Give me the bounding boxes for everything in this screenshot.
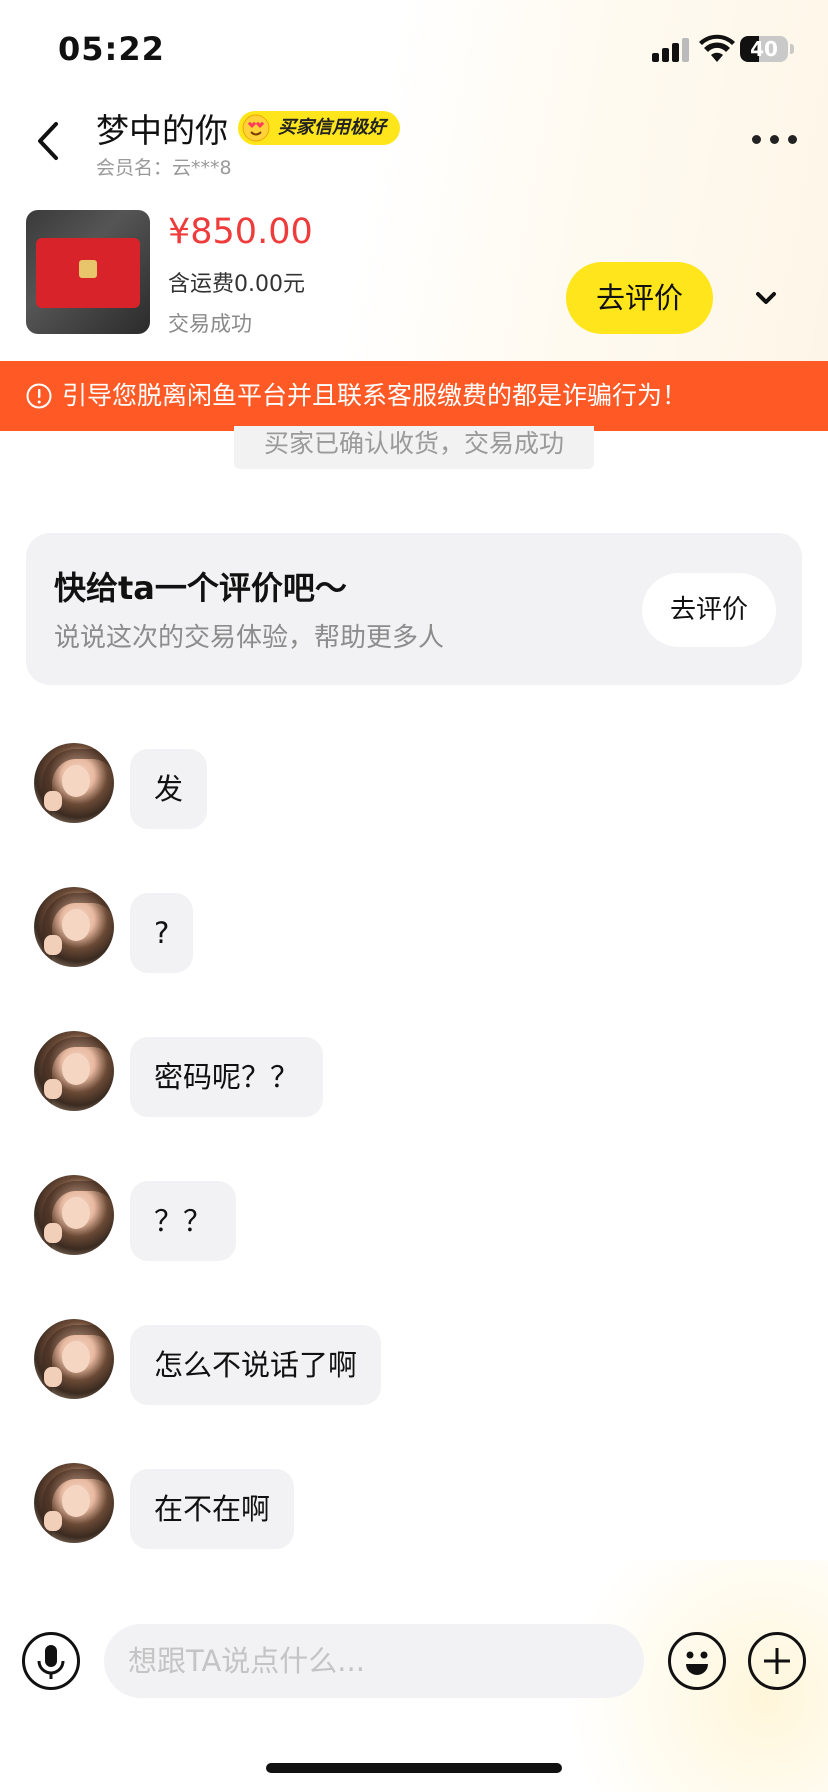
- message-row: ？？: [0, 1175, 828, 1261]
- fraud-warning-banner: 引导您脱离闲鱼平台并且联系客服缴费的都是诈骗行为！: [0, 361, 828, 431]
- battery-cap: [790, 44, 794, 54]
- battery-icon: 40: [740, 36, 788, 62]
- message-bubble[interactable]: 在不在啊: [130, 1469, 295, 1549]
- product-thumbnail[interactable]: [26, 210, 150, 334]
- warning-icon: [26, 383, 52, 409]
- fraud-warning-text: 引导您脱离闲鱼平台并且联系客服缴费的都是诈骗行为！: [62, 381, 688, 410]
- chevron-down-icon[interactable]: [736, 274, 796, 324]
- message-input[interactable]: [104, 1624, 644, 1698]
- smiley-icon: [686, 1651, 708, 1675]
- review-prompt-subtitle: 说说这次的交易体验，帮助更多人: [54, 623, 445, 653]
- plus-icon: [764, 1648, 790, 1674]
- contact-name: 梦中的你: [96, 111, 228, 150]
- message-bubble[interactable]: ？？: [130, 1181, 237, 1261]
- avatar[interactable]: [34, 1031, 114, 1111]
- emoji-button[interactable]: [668, 1632, 726, 1690]
- message-row: 发: [0, 743, 828, 829]
- more-options-icon[interactable]: [752, 130, 798, 150]
- message-row: 怎么不说话了啊: [0, 1319, 828, 1405]
- microphone-icon: [37, 1645, 65, 1679]
- heart-eyes-emoji-icon: [242, 114, 270, 142]
- avatar[interactable]: [34, 887, 114, 967]
- review-prompt-card: 快给ta一个评价吧～ 说说这次的交易体验，帮助更多人 去评价: [26, 533, 802, 685]
- credit-badge-label: 买家信用极好: [278, 117, 386, 138]
- home-indicator[interactable]: [266, 1763, 562, 1773]
- product-price: ¥850.00: [168, 212, 313, 252]
- status-time: 05:22: [58, 30, 165, 68]
- trade-status: 交易成功: [168, 312, 252, 336]
- credit-badge: 买家信用极好: [238, 111, 400, 145]
- avatar[interactable]: [34, 1319, 114, 1399]
- member-name: 会员名：云***8: [96, 157, 232, 179]
- system-message: 买家已确认收货，交易成功: [234, 426, 594, 469]
- message-row: 在不在啊: [0, 1463, 828, 1549]
- battery-percent: 40: [750, 37, 778, 61]
- cellular-signal-icon: [652, 38, 690, 62]
- message-row: ?: [0, 887, 828, 973]
- review-prompt-button[interactable]: 去评价: [642, 573, 776, 647]
- message-row: 密码呢？？: [0, 1031, 828, 1117]
- more-actions-button[interactable]: [748, 1632, 806, 1690]
- voice-input-button[interactable]: [22, 1632, 80, 1690]
- wifi-icon: [699, 34, 735, 62]
- back-button[interactable]: [30, 116, 70, 166]
- message-bubble[interactable]: 密码呢？？: [130, 1037, 324, 1117]
- avatar[interactable]: [34, 1175, 114, 1255]
- avatar[interactable]: [34, 1463, 114, 1543]
- review-prompt-title: 快给ta一个评价吧～: [54, 569, 347, 607]
- message-bubble[interactable]: ?: [130, 893, 194, 973]
- shipping-fee: 含运费0.00元: [168, 272, 305, 297]
- rate-button[interactable]: 去评价: [566, 262, 713, 334]
- message-bubble[interactable]: 怎么不说话了啊: [130, 1325, 382, 1405]
- message-bubble[interactable]: 发: [130, 749, 208, 829]
- avatar[interactable]: [34, 743, 114, 823]
